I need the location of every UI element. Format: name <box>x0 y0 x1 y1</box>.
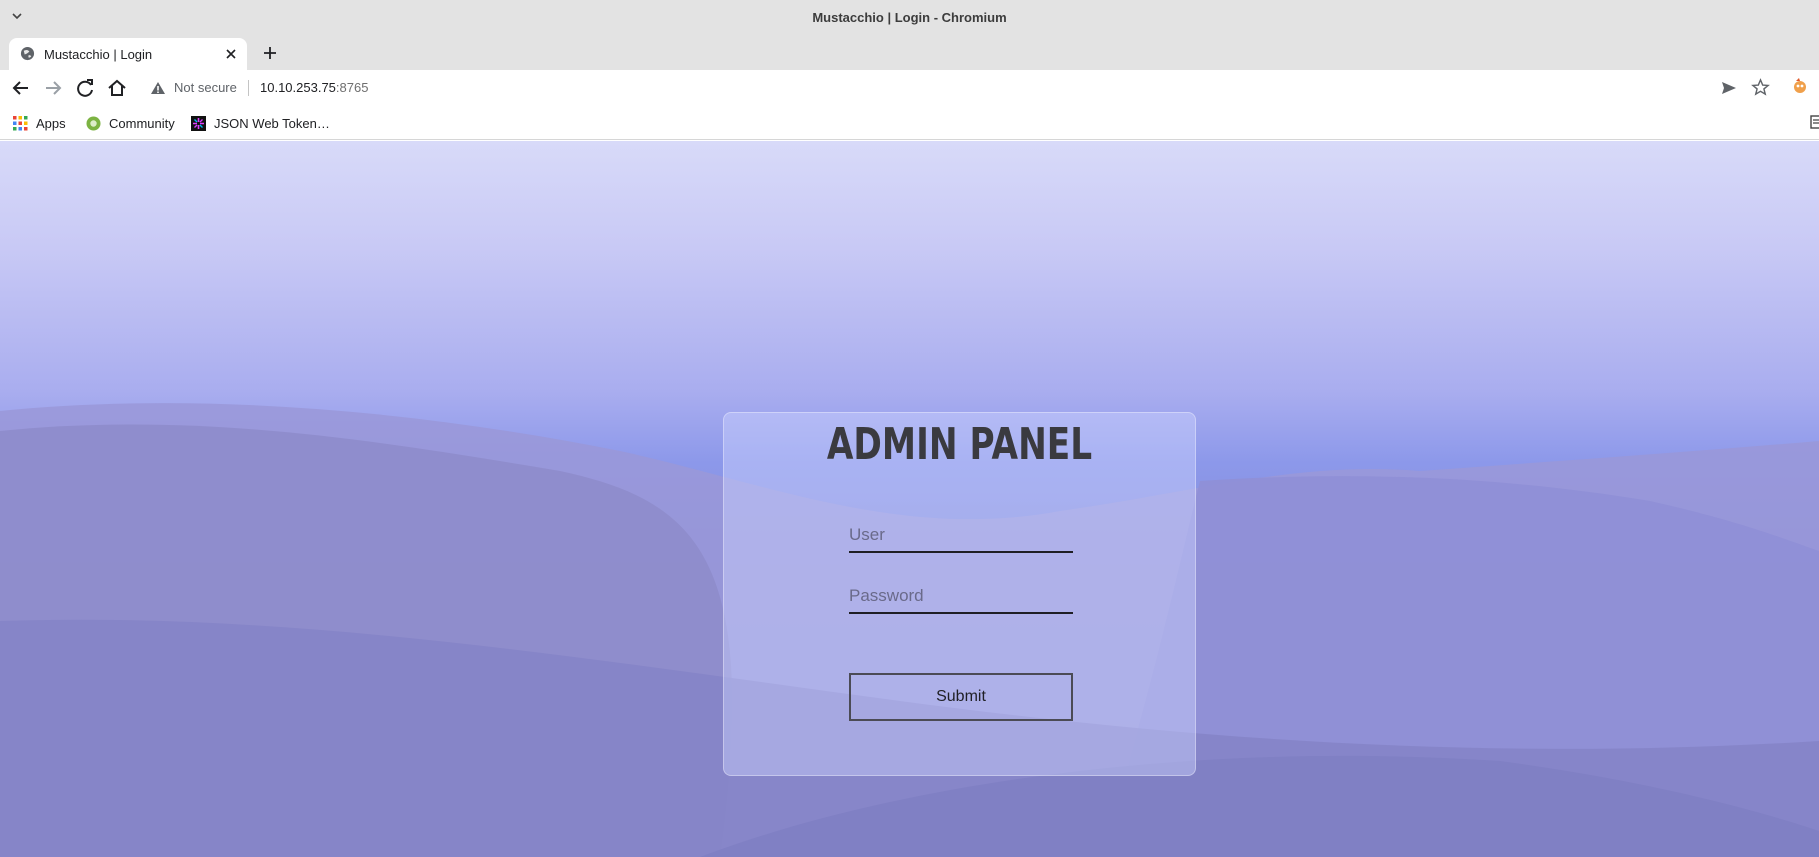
password-input[interactable] <box>849 580 1073 614</box>
page-viewport: ADMIN PANEL Submit <box>0 141 1819 857</box>
omnibox-separator <box>248 80 249 96</box>
bookmark-label: Apps <box>36 115 66 131</box>
bookmark-label: JSON Web Token… <box>214 115 330 131</box>
close-icon[interactable] <box>223 46 239 62</box>
url-port: :8765 <box>335 80 369 95</box>
jwt-icon <box>191 115 206 131</box>
globe-icon <box>20 46 35 61</box>
bookmark-label: Community <box>109 115 175 131</box>
window-titlebar: Mustacchio | Login - Chromium <box>0 0 1819 34</box>
bookmark-apps[interactable]: Apps <box>13 113 66 133</box>
tab-strip: Mustacchio | Login <box>0 34 1819 70</box>
forward-arrow-icon[interactable] <box>42 77 64 99</box>
login-card: ADMIN PANEL Submit <box>723 412 1196 776</box>
bookmark-jwt[interactable]: JSON Web Token… <box>191 113 330 133</box>
warning-triangle-icon[interactable] <box>150 80 166 96</box>
bookmark-star-icon[interactable] <box>1751 78 1770 97</box>
url-text[interactable]: 10.10.253.75:8765 <box>260 80 368 95</box>
new-tab-plus-icon[interactable] <box>260 43 280 63</box>
other-bookmarks-icon[interactable] <box>1810 115 1819 129</box>
bookmark-community[interactable]: Community <box>86 113 175 133</box>
home-icon[interactable] <box>106 77 128 99</box>
community-icon <box>86 116 101 130</box>
back-arrow-icon[interactable] <box>10 77 32 99</box>
address-bar[interactable]: Not secure 10.10.253.75:8765 <box>140 73 1780 102</box>
tab-active[interactable]: Mustacchio | Login <box>9 38 247 70</box>
extension-icon[interactable] <box>1790 76 1810 96</box>
username-input[interactable] <box>849 519 1073 553</box>
security-status-label[interactable]: Not secure <box>174 80 237 95</box>
bookmarks-bar: Apps Community JSON Web Token… <box>0 105 1819 140</box>
tab-title: Mustacchio | Login <box>44 47 153 62</box>
browser-toolbar: Not secure 10.10.253.75:8765 <box>0 70 1819 105</box>
apps-grid-icon <box>13 115 28 130</box>
page-title: ADMIN PANEL <box>826 419 1093 470</box>
send-tab-icon[interactable] <box>1720 79 1738 97</box>
url-host: 10.10.253.75 <box>260 80 336 95</box>
window-title: Mustacchio | Login - Chromium <box>812 10 1007 25</box>
submit-button[interactable]: Submit <box>849 673 1073 721</box>
reload-icon[interactable] <box>74 77 96 99</box>
